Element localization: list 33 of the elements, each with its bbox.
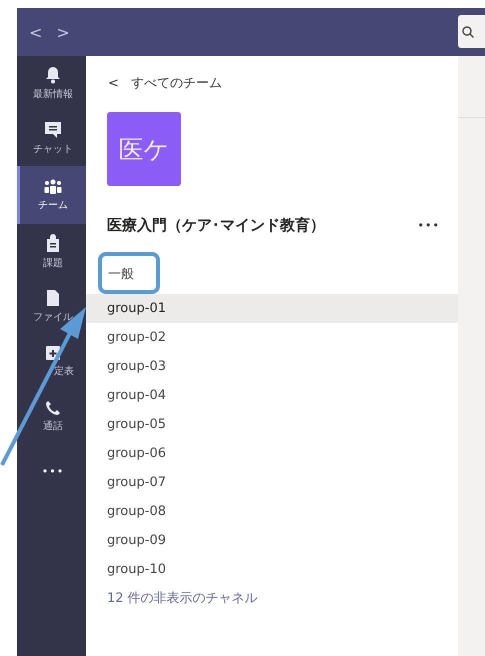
rail-item[interactable]: 最新情報 [17,56,86,111]
rail-item[interactable]: ファイル [17,279,86,334]
channel-item[interactable]: group-04 [86,381,458,410]
channel-item[interactable]: group-08 [86,497,458,526]
channel-item[interactable]: group-02 [86,323,458,352]
back-chevron-icon[interactable]: < [108,76,119,90]
bell-icon [45,66,61,84]
rail-item[interactable]: 定表 [17,334,86,389]
more-apps-button[interactable]: ••• [17,444,86,499]
channel-item[interactable]: group-09 [86,526,458,555]
channel-item[interactable]: group-05 [86,410,458,439]
channel-item[interactable]: group-03 [86,352,458,381]
rail-item[interactable]: 課題 [17,224,86,279]
chat-icon [44,121,62,139]
hidden-channels-link[interactable]: 12 件の非表示のチャネル [86,589,458,607]
bag-icon [45,234,61,252]
rail-item[interactable]: 通話 [17,389,86,444]
more-options-button[interactable]: ••• [418,219,440,232]
channel-item[interactable]: group-06 [86,439,458,468]
team-name: 医療入門（ケア･マインド教育） [107,216,325,235]
team-avatar: 医ケ [107,112,181,186]
phone-icon [45,400,61,416]
team-icon [43,178,63,194]
channel-item[interactable]: group-10 [86,555,458,584]
file-icon [46,289,60,307]
forward-button[interactable]: > [56,22,70,42]
channel-item[interactable]: group-01 [86,294,458,323]
all-teams-link[interactable]: すべてのチーム [130,74,222,92]
back-button[interactable]: < [29,22,42,42]
rail-item[interactable]: チャット [17,111,86,166]
search-icon [462,26,474,38]
rail-item[interactable]: チーム [17,166,86,224]
channel-item[interactable]: group-07 [86,468,458,497]
